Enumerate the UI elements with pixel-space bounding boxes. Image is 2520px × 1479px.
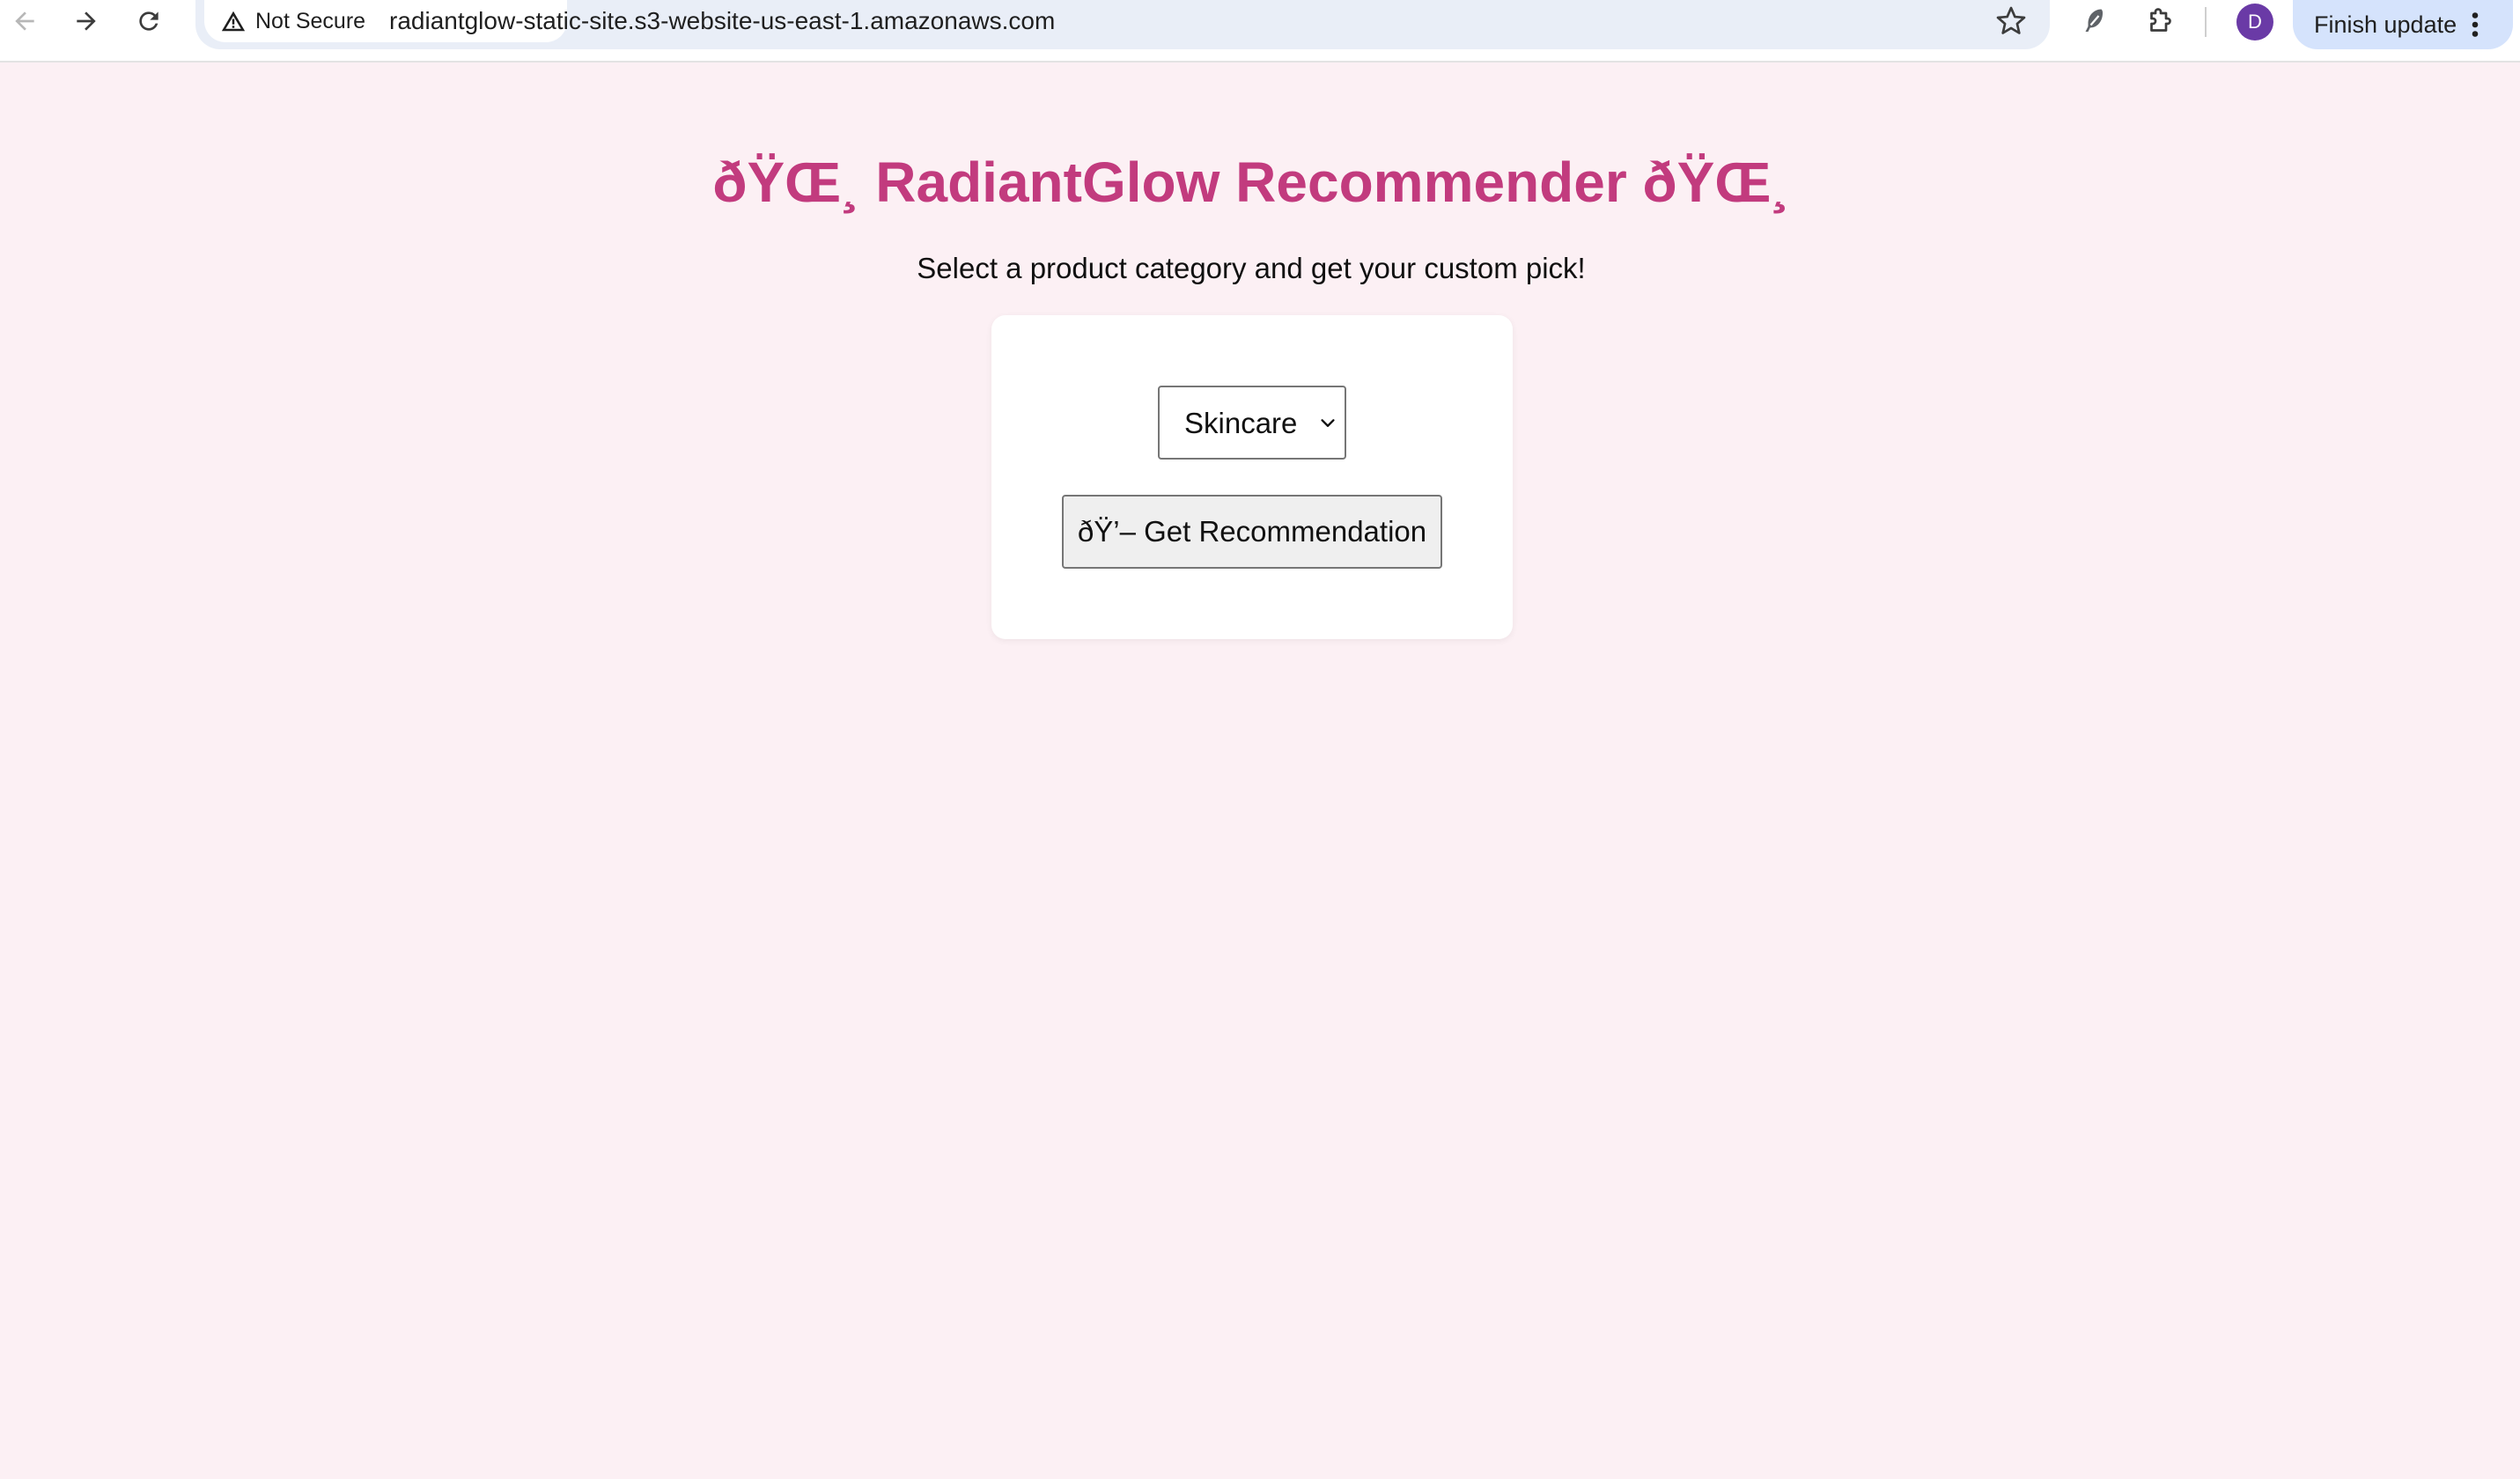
- reload-icon: [139, 11, 158, 31]
- forward-icon: [77, 11, 96, 31]
- finish-update-button[interactable]: Finish update: [2293, 0, 2513, 49]
- forward-button[interactable]: [70, 5, 102, 37]
- url-text[interactable]: radiantglow-static-site.s3-website-us-ea…: [389, 7, 1055, 35]
- more-vert-icon: [2472, 12, 2479, 37]
- page-subtitle: Select a product category and get your c…: [917, 252, 1586, 284]
- security-label: Not Secure: [255, 8, 366, 33]
- profile-avatar[interactable]: D: [2236, 4, 2273, 40]
- finish-update-label: Finish update: [2314, 11, 2457, 38]
- star-icon[interactable]: [1995, 5, 2027, 37]
- puzzle-icon[interactable]: [2145, 5, 2177, 37]
- back-icon: [15, 11, 34, 31]
- get-recommendation-button[interactable]: ðŸ’– Get Recommendation: [1062, 495, 1442, 569]
- address-bar[interactable]: Not Secure radiantglow-static-site.s3-we…: [195, 0, 2050, 49]
- feather-extension-icon[interactable]: [2079, 5, 2111, 37]
- recommender-card: Skincare ðŸ’– Get Recommendation: [991, 315, 1513, 639]
- toolbar-divider: [2205, 7, 2207, 37]
- warning-icon: [221, 11, 246, 32]
- chevron-down-icon: [1321, 419, 1335, 427]
- category-select-value: Skincare: [1184, 407, 1298, 439]
- browser-toolbar: Not Secure radiantglow-static-site.s3-we…: [0, 0, 2520, 63]
- page-title: ðŸŒ¸ RadiantGlow Recommender ðŸŒ¸: [712, 151, 1790, 214]
- category-select[interactable]: Skincare: [1158, 386, 1346, 460]
- reload-button[interactable]: [133, 5, 165, 37]
- back-button[interactable]: [9, 5, 41, 37]
